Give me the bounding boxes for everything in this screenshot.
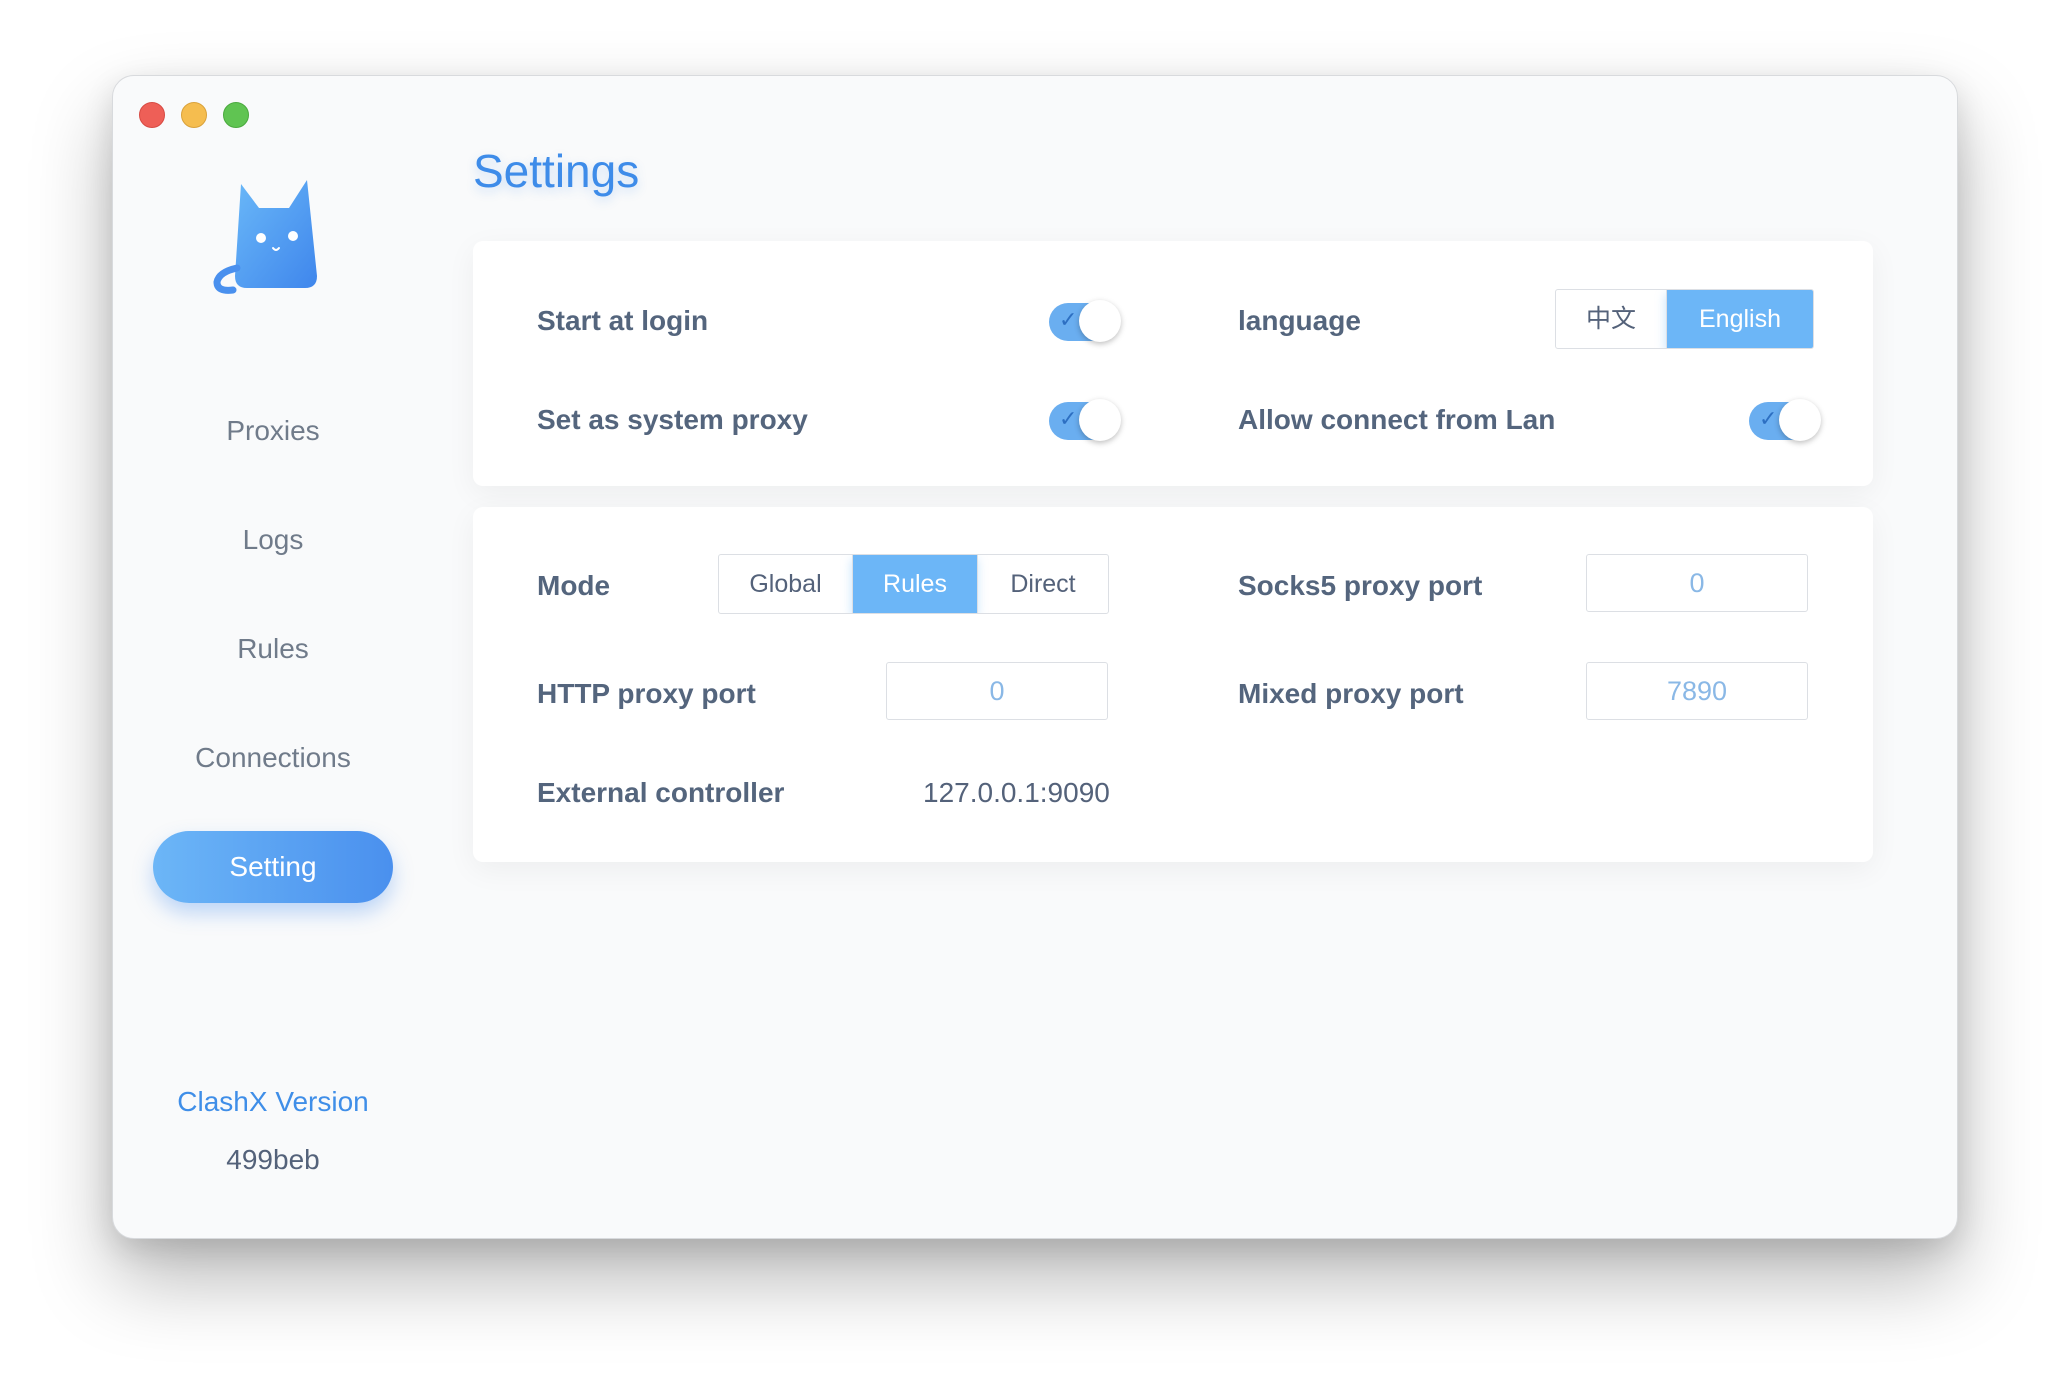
check-icon: ✓ [1059,307,1078,332]
mode-selector: Global Rules Direct [718,554,1109,614]
language-selector: 中文 English [1555,289,1814,349]
external-controller-label: External controller [537,777,785,808]
socks5-port-input[interactable] [1586,554,1808,612]
check-icon: ✓ [1059,406,1078,431]
allow-lan-toggle[interactable]: ✓ [1749,399,1821,441]
sidebar-item-setting[interactable]: Setting [153,831,393,903]
toggle-knob [1079,399,1121,441]
general-settings-card: Start at login ✓ language 中文 English Set… [473,241,1873,486]
start-at-login-toggle[interactable]: ✓ [1049,300,1121,342]
http-port-input[interactable] [886,662,1108,720]
language-option-chinese[interactable]: 中文 [1556,290,1666,348]
language-option-english[interactable]: English [1666,290,1813,348]
toggle-knob [1779,399,1821,441]
mode-option-direct[interactable]: Direct [977,555,1108,613]
mixed-port-label: Mixed proxy port [1238,678,1464,709]
cat-logo-icon [213,180,317,294]
system-proxy-label: Set as system proxy [537,404,808,435]
allow-lan-label: Allow connect from Lan [1238,404,1556,435]
page-title: Settings [473,145,640,197]
mode-label: Mode [537,570,611,601]
sidebar-item-proxies[interactable]: Proxies [153,395,393,467]
system-proxy-toggle[interactable]: ✓ [1049,399,1121,441]
toggle-knob [1079,300,1121,342]
http-port-label: HTTP proxy port [537,678,756,709]
socks5-port-label: Socks5 proxy port [1238,570,1483,601]
version-label: ClashX Version [177,1086,369,1117]
proxy-settings-card: Mode Global Rules Direct Socks5 proxy po… [473,507,1873,862]
sidebar: Proxies Logs Rules Connections Setting C… [113,76,433,1238]
external-controller-value: 127.0.0.1:9090 [923,777,1110,808]
start-at-login-label: Start at login [537,305,709,336]
check-icon: ✓ [1759,406,1778,431]
sidebar-item-logs[interactable]: Logs [153,504,393,576]
version-value: 499beb [226,1144,320,1175]
app-window: Proxies Logs Rules Connections Setting C… [112,75,1958,1239]
mixed-port-input[interactable] [1586,662,1808,720]
language-label: language [1238,305,1361,336]
mode-option-rules[interactable]: Rules [852,555,977,613]
sidebar-item-connections[interactable]: Connections [153,722,393,794]
mode-option-global[interactable]: Global [719,555,852,613]
sidebar-item-rules[interactable]: Rules [153,613,393,685]
